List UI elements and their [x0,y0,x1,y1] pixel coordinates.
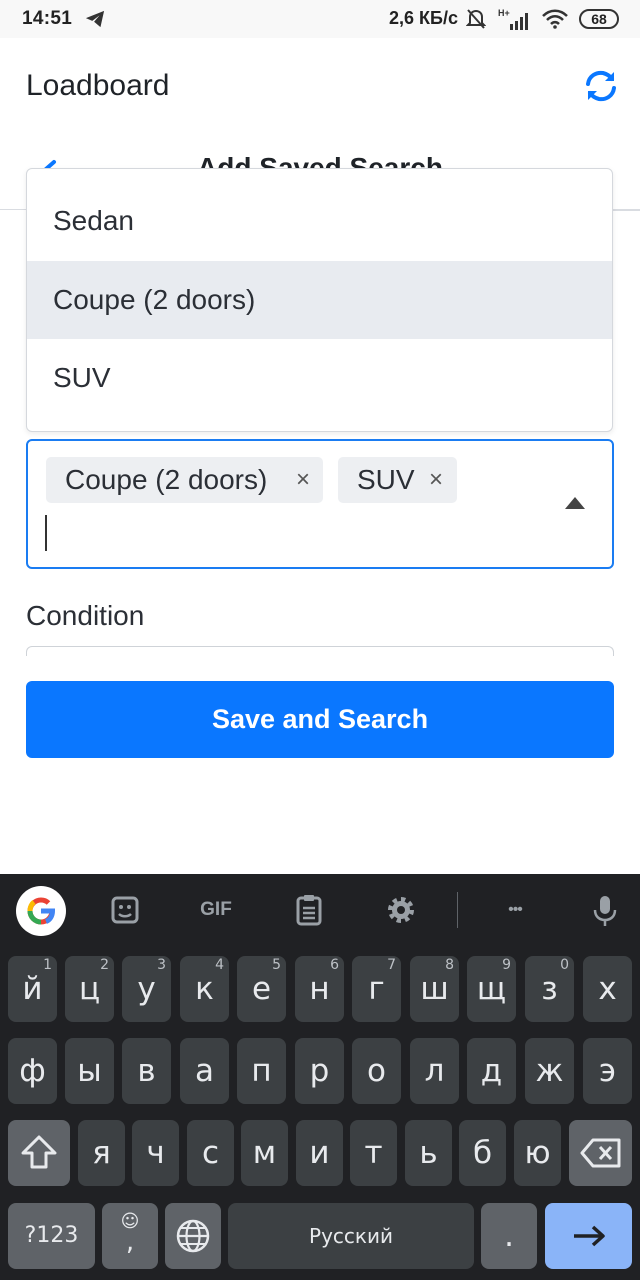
key[interactable]: ч [132,1120,179,1186]
globe-icon [176,1219,210,1253]
refresh-icon[interactable] [582,68,620,104]
silent-bell-icon [466,9,486,29]
backspace-key[interactable] [569,1120,632,1186]
key[interactable]: й1 [8,956,57,1022]
chip-remove-icon[interactable]: × [429,457,443,503]
emoji-comma-key[interactable]: ☺ , [102,1203,158,1269]
condition-select[interactable] [26,646,614,656]
key[interactable]: т [350,1120,397,1186]
dropdown-option-sedan[interactable]: Sedan [27,169,612,261]
toolbar-divider [457,892,458,928]
chip-remove-icon[interactable]: × [296,457,310,503]
key[interactable]: п [237,1038,286,1104]
vehicle-type-dropdown: Sedan Coupe (2 doors) SUV [26,168,613,432]
shift-key[interactable] [8,1120,70,1186]
key[interactable]: ю [514,1120,561,1186]
battery-indicator: 68 [579,9,619,29]
settings-gear-icon[interactable] [379,888,423,932]
clipboard-icon[interactable] [287,888,331,932]
sticker-icon[interactable] [103,888,147,932]
key[interactable]: э [583,1038,632,1104]
period-key[interactable]: . [481,1203,537,1269]
status-time: 14:51 [22,8,73,29]
key[interactable]: ь [405,1120,452,1186]
status-bar: 14:51 2,6 КБ/с H+ 68 [0,0,640,38]
key[interactable]: ы [65,1038,114,1104]
key[interactable]: о [352,1038,401,1104]
network-speed: 2,6 КБ/с [389,8,458,28]
dropdown-option-coupe[interactable]: Coupe (2 doors) [27,261,612,339]
key[interactable]: с [187,1120,234,1186]
key[interactable]: м [241,1120,288,1186]
enter-key[interactable] [545,1203,632,1269]
comma-label: , [125,1227,135,1257]
shift-arrow-icon [21,1135,57,1169]
gif-button[interactable]: GIF [192,888,240,932]
key[interactable]: в [122,1038,171,1104]
key[interactable]: д [467,1038,516,1104]
key[interactable]: р [295,1038,344,1104]
key[interactable]: щ9 [467,956,516,1022]
telegram-icon [85,10,105,28]
key[interactable]: к4 [180,956,229,1022]
key[interactable]: ж [525,1038,574,1104]
caret-up-icon[interactable] [565,497,585,509]
key[interactable]: е5 [237,956,286,1022]
cell-signal-icon [510,13,528,30]
key[interactable]: г7 [352,956,401,1022]
symbols-key[interactable]: ?123 [8,1203,95,1269]
space-key[interactable]: Русский [228,1203,474,1269]
key[interactable]: у3 [122,956,171,1022]
key[interactable]: и [296,1120,343,1186]
key[interactable]: н6 [295,956,344,1022]
key[interactable]: х [583,956,632,1022]
selected-chip-coupe: Coupe (2 doors) × [46,457,323,503]
key[interactable]: л [410,1038,459,1104]
key[interactable]: б [459,1120,506,1186]
text-cursor [45,515,47,551]
selected-chip-suv: SUV × [338,457,457,503]
soft-keyboard: GIF ••• й1 ц2 у3 к4 е5 н6 г7 ш8 щ9 з0 х … [0,874,640,1280]
key[interactable]: ш8 [410,956,459,1022]
key[interactable]: з0 [525,956,574,1022]
condition-label: Condition [26,600,145,631]
key[interactable]: ц2 [65,956,114,1022]
keyboard-toolbar: GIF ••• [0,874,640,944]
key[interactable]: ф [8,1038,57,1104]
backspace-icon [580,1138,620,1168]
more-options-icon[interactable]: ••• [493,888,537,932]
arrow-right-icon [573,1225,605,1247]
google-icon[interactable] [16,886,66,936]
wifi-icon [542,9,568,29]
dropdown-option-suv[interactable]: SUV [27,339,612,417]
save-and-search-button[interactable]: Save and Search [26,681,614,758]
microphone-icon[interactable] [583,888,627,932]
field-edge [612,210,640,258]
vehicle-type-select[interactable]: Coupe (2 doors) × SUV × [26,439,614,569]
chip-label: Coupe (2 doors) [65,464,268,495]
language-globe-key[interactable] [165,1203,221,1269]
key[interactable]: я [78,1120,125,1186]
key[interactable]: а [180,1038,229,1104]
chip-label: SUV [357,464,415,495]
app-title: Loadboard [26,69,170,102]
